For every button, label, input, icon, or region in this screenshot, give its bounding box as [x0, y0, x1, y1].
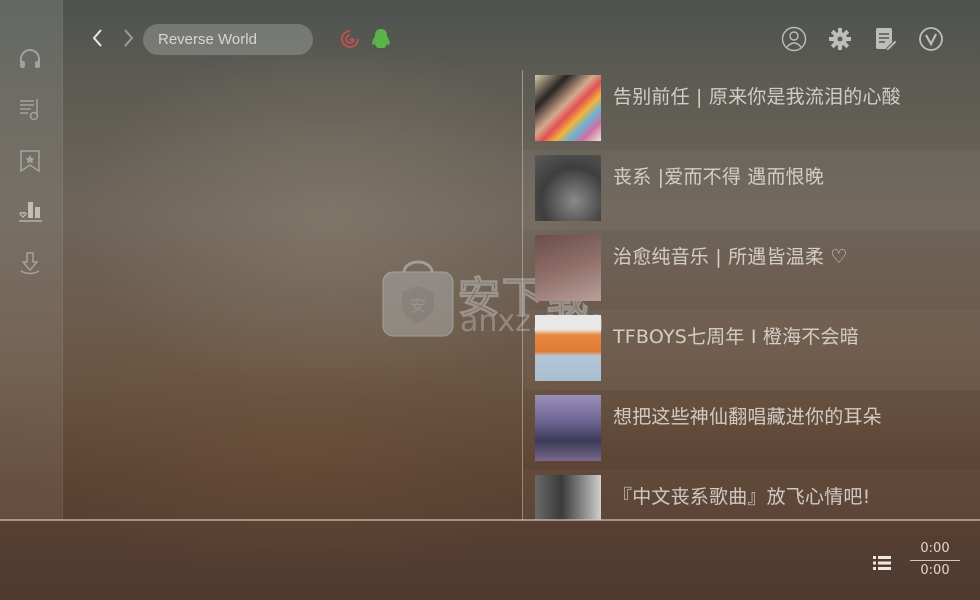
- headphones-icon[interactable]: [17, 46, 43, 72]
- notes-button[interactable]: [873, 26, 899, 52]
- playlist-item[interactable]: 告别前任 | 原来你是我流泪的心酸: [523, 70, 980, 150]
- playlist-cover: [535, 475, 601, 520]
- netease-source-button[interactable]: [338, 27, 362, 51]
- chart-bars-icon[interactable]: [17, 198, 43, 224]
- playlist-cover: [535, 315, 601, 381]
- playlist-title: 告别前任 | 原来你是我流泪的心酸: [613, 86, 901, 108]
- music-list-icon[interactable]: [17, 96, 43, 122]
- download-icon[interactable]: [17, 250, 43, 276]
- playlist-cover: [535, 75, 601, 141]
- time-divider: [910, 560, 960, 561]
- playlist-item[interactable]: 丧系 |爱而不得 遇而恨晚: [523, 150, 980, 230]
- gear-icon: [829, 28, 851, 50]
- qq-penguin-icon: [372, 29, 390, 48]
- music-app-window: 安 安下载 anxz.com 告别前任 | 原来你是我流泪的心酸 丧系 |爱而不…: [0, 0, 980, 600]
- settings-button[interactable]: [827, 26, 853, 52]
- playlist-title: 丧系 |爱而不得 遇而恨晚: [613, 166, 825, 188]
- current-time: 0:00: [920, 541, 950, 556]
- playlist-cover: [535, 155, 601, 221]
- bookmark-star-icon[interactable]: [17, 148, 43, 174]
- watermark-bag-icon: 安: [382, 260, 454, 337]
- search-input[interactable]: [143, 24, 313, 55]
- playlist-cover: [535, 395, 601, 461]
- playlist-item[interactable]: 想把这些神仙翻唱藏进你的耳朵: [523, 390, 980, 470]
- chevron-right-icon: [124, 29, 134, 47]
- sidebar: [0, 0, 63, 520]
- chevron-left-icon: [92, 29, 102, 47]
- queue-button[interactable]: [873, 555, 891, 571]
- user-icon: [781, 26, 807, 52]
- netease-icon: [341, 30, 359, 48]
- playlist-title: 治愈纯音乐 | 所遇皆温柔 ♡: [613, 246, 848, 268]
- playlist-item[interactable]: 治愈纯音乐 | 所遇皆温柔 ♡: [523, 230, 980, 310]
- forward-button[interactable]: [120, 27, 136, 49]
- playlist-item[interactable]: 『中文丧系歌曲』放飞心情吧!: [523, 470, 980, 520]
- total-time: 0:00: [920, 563, 950, 578]
- vip-button[interactable]: [918, 26, 944, 52]
- playlist-item[interactable]: TFBOYS七周年 I 橙海不会暗: [523, 310, 980, 390]
- edit-note-icon: [876, 28, 898, 52]
- playlist-list: 告别前任 | 原来你是我流泪的心酸 丧系 |爱而不得 遇而恨晚 治愈纯音乐 | …: [523, 70, 980, 520]
- user-button[interactable]: [781, 26, 807, 52]
- vip-v-icon: [919, 27, 943, 51]
- player-bar: [0, 521, 980, 600]
- svg-text:安: 安: [410, 296, 426, 315]
- back-button[interactable]: [90, 27, 106, 49]
- playlist-cover: [535, 235, 601, 301]
- playlist-title: 想把这些神仙翻唱藏进你的耳朵: [613, 406, 882, 428]
- list-icon: [873, 556, 891, 570]
- playlist-title: TFBOYS七周年 I 橙海不会暗: [613, 326, 859, 348]
- playlist-title: 『中文丧系歌曲』放飞心情吧!: [613, 486, 871, 508]
- qq-source-button[interactable]: [369, 27, 393, 51]
